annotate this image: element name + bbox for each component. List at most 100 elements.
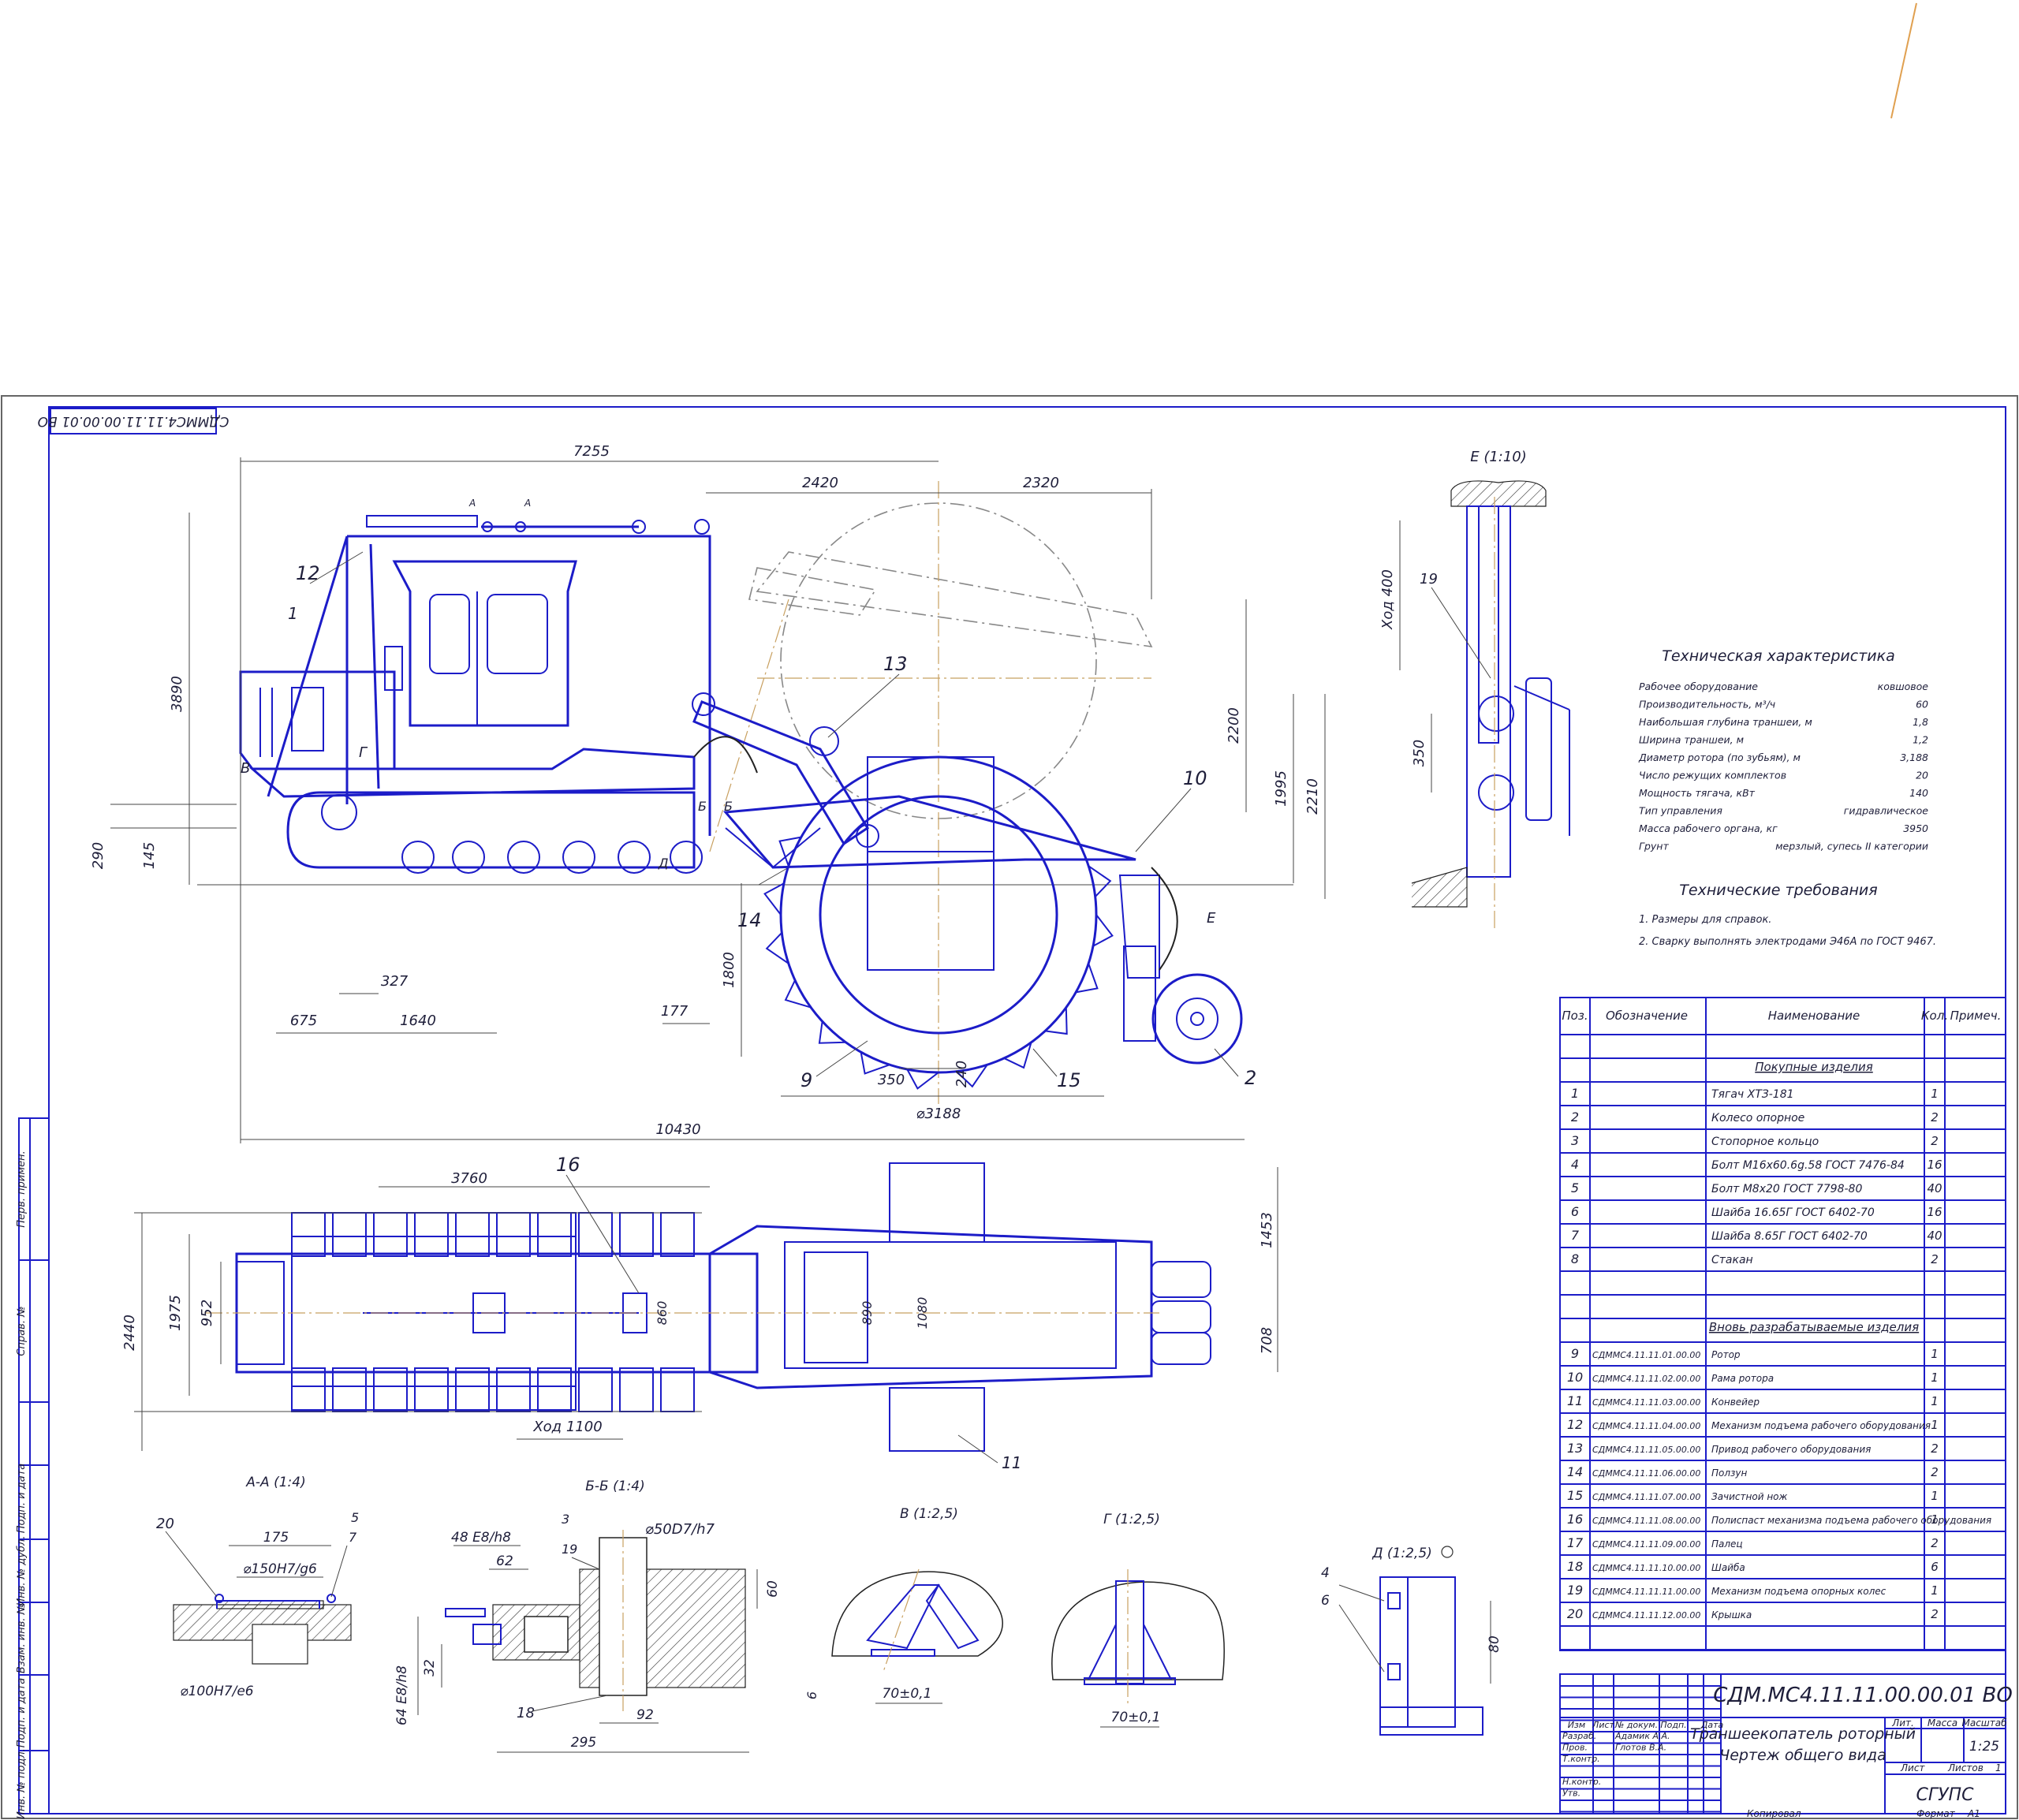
section-bb-callout-18: 18 [517, 1705, 535, 1721]
bom-pos: 15 [1567, 1488, 1583, 1503]
callout-a2: А [524, 498, 531, 509]
bom-name: Тягач ХТЗ-181 [1711, 1088, 1794, 1101]
plan-dim-2: 2440 [121, 1315, 138, 1351]
bom-name: Шайба 8.65Г ГОСТ 6402-70 [1711, 1230, 1868, 1243]
track-pad [291, 1367, 326, 1412]
view-v-title: В (1:2,5) [900, 1506, 958, 1522]
section-aa: А-А (1:4) 175 ⌀150H7/g6 ⌀100H7/e6 20 5 7 [156, 1475, 359, 1699]
spec-value: 20 [1916, 770, 1928, 781]
spec-key: Масса рабочего органа, кг [1639, 822, 1778, 834]
spec-value: гидравлическое [1844, 805, 1929, 817]
track-pad [455, 1367, 490, 1412]
stray-mark [1890, 2, 1917, 119]
bom-section-1: Покупные изделия [1755, 1060, 1873, 1074]
bom-section-2: Вновь разрабатываемые изделия [1709, 1320, 1919, 1334]
section-bb-dim-4: 60 [765, 1580, 781, 1598]
bom-qty: 2 [1931, 1252, 1939, 1266]
title-organization: СГУПС [1916, 1785, 1975, 1805]
bom-code: СДММС4.11.11.09.00.00 [1592, 1539, 1700, 1550]
tb-header: Дата [1700, 1720, 1724, 1730]
section-aa-callout-20: 20 [156, 1516, 174, 1532]
view-d-dim-1: 80 [1487, 1635, 1502, 1653]
title-line-1: Траншеекопатель роторный [1690, 1725, 1916, 1743]
code-stamp: СДММС4.11.11.00.00.01 ВО [38, 408, 229, 434]
support-wheel [1151, 973, 1243, 1065]
spec-key: Наибольшая глубина траншеи, м [1639, 716, 1812, 728]
bom-header-name: Наименование [1768, 1009, 1860, 1023]
bom-pos: 13 [1567, 1441, 1583, 1456]
main-dim-16: 240 [954, 1061, 970, 1087]
title-copied: Копировал [1747, 1808, 1801, 1819]
spec-key: Число режущих комплектов [1639, 770, 1786, 781]
bom-qty: 1 [1931, 1418, 1939, 1432]
bom-qty: 1 [1931, 1347, 1939, 1361]
spec-key: Производительность, м³/ч [1639, 699, 1775, 710]
section-bb-dim-1: 48 E8/h8 [451, 1530, 511, 1546]
bom-code: СДММС4.11.11.06.00.00 [1592, 1468, 1700, 1479]
bom-name: Шайба 16.65Г ГОСТ 6402-70 [1711, 1206, 1875, 1219]
tb-name: Глотов В.А. [1615, 1743, 1666, 1753]
view-v-dim-2: 70±0,1 [883, 1686, 932, 1702]
spec-value: 3950 [1903, 822, 1928, 834]
bom-pos: 18 [1567, 1559, 1583, 1574]
bom-qty: 1 [1931, 1489, 1939, 1503]
tech-spec-title: Техническая характеристика [1662, 647, 1894, 665]
callout-13: 13 [883, 653, 908, 675]
spec-value: ковшовое [1878, 681, 1929, 692]
bom-code: СДММС4.11.11.10.00.00 [1592, 1563, 1700, 1573]
main-dim-9: 145 [141, 842, 158, 869]
track-pad [291, 1212, 326, 1257]
track-pad [332, 1212, 367, 1257]
track-pad [537, 1212, 572, 1257]
title-scale-value: 1:25 [1969, 1739, 1999, 1755]
bom-name: Болт М8х20 ГОСТ 7798-80 [1711, 1183, 1862, 1195]
bom-qty: 1 [1931, 1583, 1939, 1598]
callout-e: Е [1207, 910, 1216, 927]
bom-header-pos: Поз. [1562, 1009, 1588, 1023]
bom-qty: 1 [1931, 1394, 1939, 1408]
spec-key: Тип управления [1639, 805, 1722, 817]
view-v: В (1:2,5) 6 70±0,1 [804, 1506, 1003, 1704]
track-pad [578, 1367, 613, 1412]
plan-dim-3: 1975 [167, 1295, 184, 1331]
section-bb-dim-2: 62 [496, 1553, 513, 1569]
bom-code: СДММС4.11.11.05.00.00 [1592, 1445, 1700, 1455]
main-dim-7: 2210 [1304, 778, 1321, 815]
track-pad [578, 1212, 613, 1257]
bom-pos: 3 [1571, 1133, 1579, 1148]
bom-qty: 16 [1927, 1158, 1942, 1172]
callout-2: 2 [1245, 1067, 1256, 1089]
track-pad [496, 1212, 531, 1257]
ghost-frame [756, 551, 1153, 648]
bom-qty: 40 [1927, 1181, 1942, 1195]
margin-label-5: Взам. инв. № [16, 1604, 28, 1673]
callout-10: 10 [1183, 767, 1207, 789]
plan-dim-4: 952 [199, 1300, 215, 1326]
title-sheets-count: 1 [1995, 1762, 2002, 1773]
section-bb-dim-5: 32 [422, 1659, 438, 1676]
title-lit-label: Лит. [1891, 1717, 1914, 1729]
bom-code: СДММС4.11.11.04.00.00 [1592, 1421, 1700, 1431]
section-bb-dim-3: ⌀50D7/h7 [645, 1521, 715, 1538]
spec-key: Ширина траншеи, м [1639, 734, 1744, 746]
callout-g: Г [359, 744, 368, 761]
bom-table: Поз. Обозначение Наименование Кол. Приме… [1559, 997, 2006, 1651]
view-v-dim-1: 6 [804, 1691, 819, 1699]
bom-code: СДММС4.11.11.07.00.00 [1592, 1492, 1700, 1502]
plan-dim-5: 860 [655, 1301, 670, 1326]
track-pad [660, 1367, 695, 1412]
main-dim-14: 1800 [721, 952, 737, 988]
bom-header-note: Примеч. [1950, 1009, 2002, 1023]
section-aa-title: А-А (1:4) [245, 1475, 305, 1490]
bom-qty: 2 [1931, 1134, 1939, 1148]
tb-role: Пров. [1562, 1743, 1588, 1753]
section-aa-dim-2: ⌀150H7/g6 [243, 1561, 317, 1577]
margin-column: Перв. примен. Справ. № Подп. и дата Инв.… [16, 1117, 50, 1819]
main-side-view: 7255 2420 2320 3890 2200 1995 2210 290 1… [90, 443, 1326, 1143]
plan-track-top [291, 1212, 695, 1257]
view-g-title: Г (1:2,5) [1103, 1512, 1160, 1527]
bom-name: Механизм подъема опорных колес [1711, 1586, 1887, 1597]
bom-qty: 6 [1931, 1560, 1939, 1574]
section-bb-dim-7: 92 [636, 1707, 654, 1723]
bom-pos: 2 [1571, 1110, 1579, 1124]
